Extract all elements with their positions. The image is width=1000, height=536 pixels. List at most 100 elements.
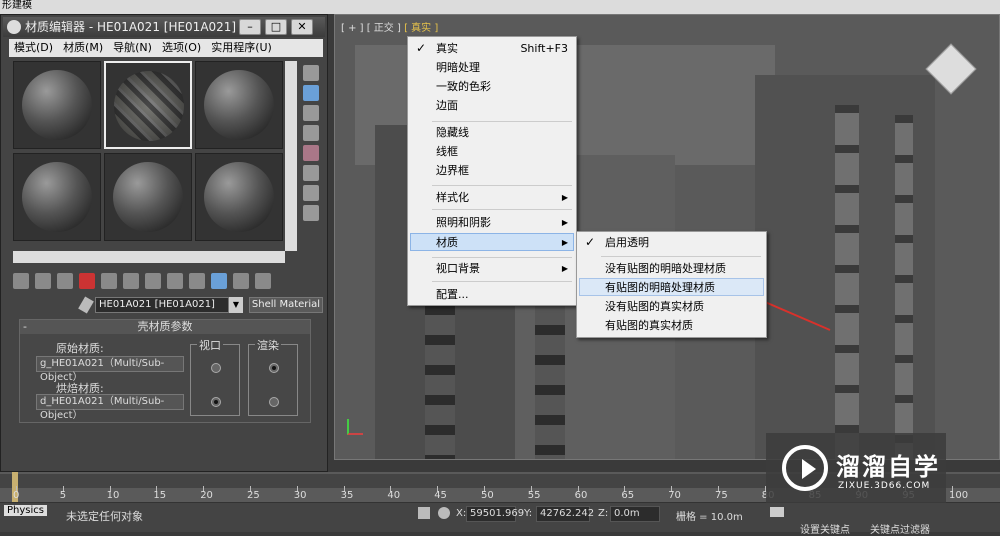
make-preview-icon[interactable]: [303, 165, 319, 181]
material-sphere: [204, 70, 274, 140]
material-name-field[interactable]: HE01A021 [HE01A021]: [95, 297, 229, 313]
put-to-library-icon[interactable]: [145, 273, 161, 289]
put-to-scene-icon[interactable]: [35, 273, 51, 289]
render-group: 渲染: [248, 337, 298, 416]
collapse-toggle[interactable]: -: [23, 320, 27, 334]
slots-vertical-scrollbar[interactable]: [285, 61, 297, 251]
timeline-tick-label: 5: [59, 490, 67, 501]
baked-material-button[interactable]: d_HE01A021（Multi/Sub-Object）: [36, 394, 184, 421]
menu-navigation[interactable]: 导航(N): [108, 39, 157, 57]
menu-item-consistent-colors[interactable]: 一致的色彩: [436, 78, 491, 96]
menu-item-wireframe[interactable]: 线框: [436, 143, 458, 161]
show-map-icon[interactable]: [189, 273, 205, 289]
timeline-tick-label: 35: [340, 490, 354, 501]
sample-slot[interactable]: [195, 153, 283, 241]
menu-item-shortcut: Shift+F3: [520, 42, 568, 55]
transform-mode-icon[interactable]: [438, 507, 450, 519]
menu-separator: [432, 185, 572, 186]
x-coordinate-field[interactable]: 59501.969: [466, 506, 524, 522]
render-original-radio[interactable]: [269, 363, 279, 373]
timeline-tick-label: 70: [668, 490, 681, 501]
original-material-button[interactable]: g_HE01A021（Multi/Sub-Object）: [36, 356, 184, 383]
sample-slots-grid: [13, 61, 283, 249]
render-baked-radio[interactable]: [269, 397, 279, 407]
slots-horizontal-scrollbar[interactable]: [13, 251, 285, 263]
status-bar: Physics 未选定任何对象 X: 59501.969 Y: 42762.24…: [0, 502, 1000, 536]
menu-item-materials[interactable]: 材质 ▶: [436, 234, 576, 252]
set-key-label[interactable]: 设置关键点: [800, 521, 850, 536]
material-name-dropdown[interactable]: ▼: [229, 297, 243, 313]
minimize-button[interactable]: –: [239, 19, 261, 35]
menu-item-viewport-background[interactable]: 视口背景 ▶: [436, 260, 576, 278]
options-icon[interactable]: [303, 185, 319, 201]
menu-item-label: 真实: [436, 42, 458, 55]
submenu-item-shaded-with-maps[interactable]: 有贴图的明暗处理材质: [605, 279, 715, 297]
material-sphere: [22, 162, 92, 232]
sample-slot[interactable]: [13, 61, 101, 149]
menu-item-stylized[interactable]: 样式化 ▶: [436, 189, 576, 207]
uv-tiling-icon[interactable]: [303, 125, 319, 141]
menu-item-realistic[interactable]: 真实 Shift+F3: [436, 40, 576, 58]
y-coordinate-field[interactable]: 42762.242: [536, 506, 594, 522]
sample-type-icon[interactable]: [303, 65, 319, 81]
z-coordinate-field[interactable]: 0.0m: [610, 506, 660, 522]
timeline-tick-label: 15: [153, 490, 167, 501]
timeline-tick-label: 65: [621, 490, 635, 501]
material-sphere: [113, 162, 183, 232]
go-to-parent-icon[interactable]: [233, 273, 249, 289]
viewport-baked-radio[interactable]: [211, 397, 221, 407]
assign-to-selection-icon[interactable]: [57, 273, 73, 289]
reset-map-icon[interactable]: [79, 273, 95, 289]
lock-selection-icon[interactable]: [418, 507, 430, 519]
copy-material-icon[interactable]: [101, 273, 117, 289]
get-material-icon[interactable]: [13, 273, 29, 289]
timeline-tick-label: 0: [13, 490, 20, 501]
background-icon[interactable]: [303, 105, 319, 121]
sample-slot[interactable]: [13, 153, 101, 241]
menu-utilities[interactable]: 实用程序(U): [206, 39, 277, 57]
video-color-check-icon[interactable]: [303, 145, 319, 161]
submenu-item-realistic-no-maps[interactable]: 没有贴图的真实材质: [605, 298, 704, 316]
key-icon[interactable]: [770, 507, 784, 517]
material-editor-window[interactable]: 材质编辑器 - HE01A021 [HE01A021] – □ ✕ 模式(D) …: [0, 14, 328, 472]
menu-item-edged-faces[interactable]: 边面: [436, 97, 458, 115]
go-forward-sibling-icon[interactable]: [255, 273, 271, 289]
viewport-original-radio[interactable]: [211, 363, 221, 373]
select-by-material-icon[interactable]: [303, 205, 319, 221]
menu-options[interactable]: 选项(O): [157, 39, 206, 57]
menu-separator: [432, 281, 572, 282]
material-editor-titlebar[interactable]: 材质编辑器 - HE01A021 [HE01A021] – □ ✕: [3, 17, 325, 37]
menu-mode[interactable]: 模式(D): [9, 39, 58, 57]
make-unique-icon[interactable]: [123, 273, 139, 289]
menu-item-shaded[interactable]: 明暗处理: [436, 59, 480, 77]
eyedropper-icon[interactable]: [78, 296, 94, 314]
material-type-button[interactable]: Shell Material: [249, 297, 323, 313]
submenu-item-realistic-with-maps[interactable]: 有贴图的真实材质: [605, 317, 693, 335]
shell-panel-header[interactable]: - 壳材质参数: [20, 320, 310, 334]
submenu-item-enable-transparency[interactable]: 启用透明: [605, 234, 649, 252]
sample-slot-selected[interactable]: [104, 61, 192, 149]
material-id-icon[interactable]: [167, 273, 183, 289]
menu-material[interactable]: 材质(M): [58, 39, 108, 57]
watermark-url: ZIXUE.3D66.COM: [838, 481, 931, 491]
key-filters-label[interactable]: 关键点过滤器: [870, 521, 930, 536]
viewport-label-mode[interactable]: [ 真实 ]: [404, 23, 438, 34]
maximize-button[interactable]: □: [265, 19, 287, 35]
menu-item-lighting-shadows[interactable]: 照明和阴影 ▶: [436, 214, 576, 232]
viewport-label-prefix[interactable]: [ + ] [ 正交 ]: [341, 23, 401, 34]
backlight-icon[interactable]: [303, 85, 319, 101]
physics-tab[interactable]: Physics: [4, 505, 47, 516]
close-button[interactable]: ✕: [291, 19, 313, 35]
submenu-item-shaded-no-maps[interactable]: 没有贴图的明暗处理材质: [605, 260, 726, 278]
menu-item-bounding-box[interactable]: 边界框: [436, 162, 469, 180]
menu-item-configure[interactable]: 配置...: [436, 286, 469, 304]
sample-slot[interactable]: [104, 153, 192, 241]
viewport-label[interactable]: [ + ] [ 正交 ] [ 真实 ]: [341, 19, 438, 34]
show-end-result-icon[interactable]: [211, 273, 227, 289]
menu-item-hidden-line[interactable]: 隐藏线: [436, 124, 469, 142]
sample-slot[interactable]: [195, 61, 283, 149]
original-material-label: 原始材质:: [56, 342, 104, 355]
menu-item-label: 照明和阴影: [436, 216, 491, 229]
app-icon: [7, 20, 21, 34]
shell-panel-title: 壳材质参数: [137, 320, 193, 333]
